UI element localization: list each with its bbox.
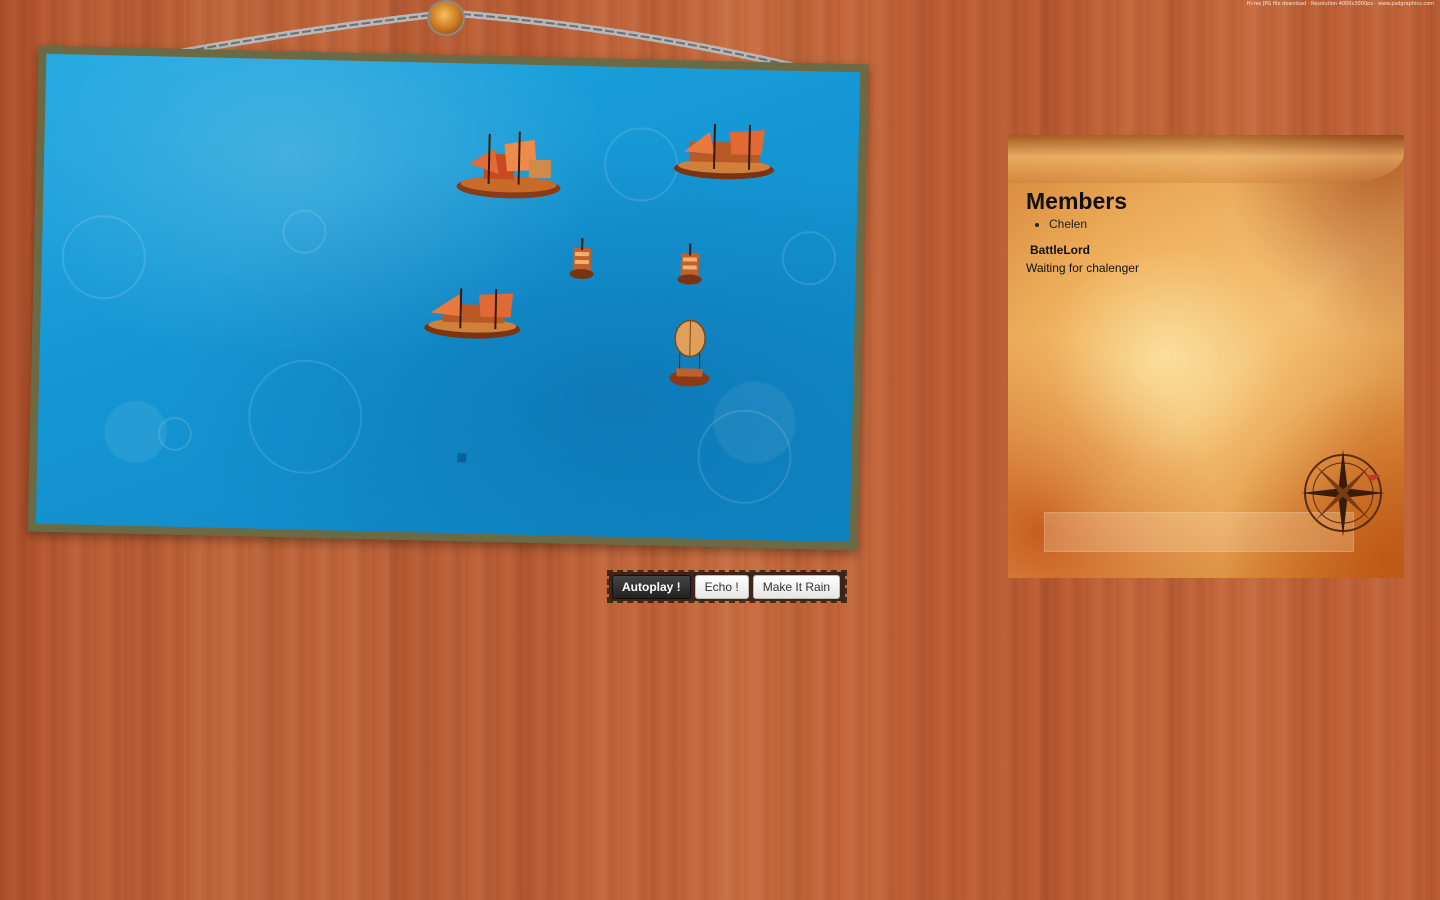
game-board[interactable]: [35, 53, 861, 543]
status-text: Waiting for chalenger: [1026, 261, 1139, 275]
game-controls: Autoplay ! Echo ! Make It Rain: [606, 570, 848, 603]
water-ripple: [696, 408, 793, 505]
watermark-text: Hi-res JPG file download · Resolution 40…: [1246, 1, 1434, 7]
ship-galleon-icon[interactable]: [420, 287, 526, 344]
ship-galleon-icon[interactable]: [448, 128, 570, 206]
scroll-roll: [1008, 135, 1404, 183]
ship-galleon-icon[interactable]: [669, 123, 780, 185]
target-marker: [457, 453, 467, 463]
compass-rose-icon: [1301, 449, 1385, 537]
water-ripple: [281, 209, 327, 255]
player-name: BattleLord: [1030, 243, 1090, 257]
water-ripple: [246, 358, 364, 476]
game-board-frame: [27, 45, 869, 551]
ship-small-icon[interactable]: [674, 243, 705, 289]
make-it-rain-button[interactable]: Make It Rain: [752, 574, 841, 599]
water-ripple: [157, 416, 193, 452]
echo-button[interactable]: Echo !: [694, 574, 749, 599]
airship-balloon-icon[interactable]: [664, 318, 716, 394]
members-panel: Members Chelen BattleLord Waiting for ch…: [1008, 135, 1404, 578]
medallion-emblem: [427, 0, 465, 36]
water-ripple: [781, 230, 837, 286]
member-list: Chelen: [1031, 217, 1087, 231]
members-title: Members: [1026, 188, 1127, 214]
water-ripple: [60, 214, 147, 301]
autoplay-button[interactable]: Autoplay !: [612, 574, 691, 599]
member-item[interactable]: Chelen: [1049, 217, 1087, 231]
ship-small-icon[interactable]: [566, 238, 597, 284]
water-ripple: [603, 126, 679, 203]
